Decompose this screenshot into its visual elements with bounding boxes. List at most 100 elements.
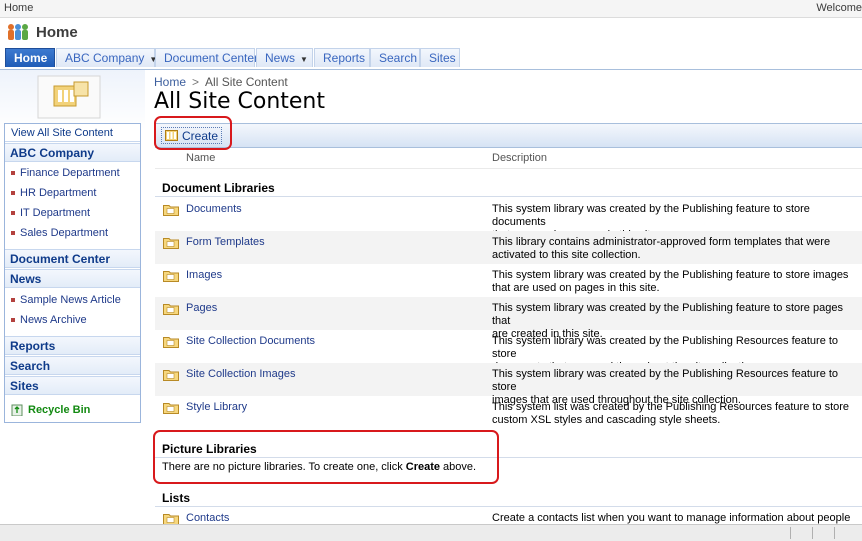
column-header-description: Description <box>492 152 548 164</box>
description-line-2: that are used on pages in this site. <box>492 282 660 294</box>
ql-item-hr[interactable]: HR Department <box>5 183 140 203</box>
ql-item-news-archive[interactable]: News Archive <box>5 310 140 330</box>
item-name-link[interactable]: Contacts <box>186 512 229 524</box>
document-library-icon <box>163 337 179 348</box>
tab-home[interactable]: Home <box>5 48 55 67</box>
ql-item-it[interactable]: IT Department <box>5 203 140 223</box>
bullet-icon <box>11 211 15 215</box>
breadcrumb-current: All Site Content <box>205 75 288 89</box>
ql-item-label: News Archive <box>20 314 87 326</box>
description-line-2: custom XSL styles and cascading style sh… <box>492 414 721 426</box>
document-library-icon <box>163 304 179 315</box>
bullet-icon <box>11 231 15 235</box>
item-description: This system library was created by the P… <box>492 269 862 295</box>
tab-label: Search <box>379 51 418 65</box>
item-name-link[interactable]: Form Templates <box>186 236 265 248</box>
tab-document-center[interactable]: Document Center <box>155 48 259 67</box>
ql-heading-abc-company[interactable]: ABC Company <box>5 143 140 162</box>
ql-item-finance[interactable]: Finance Department <box>5 163 140 183</box>
ql-item-label: IT Department <box>20 207 91 219</box>
item-description: This system list was created by the Publ… <box>492 401 862 427</box>
tab-search[interactable]: Search <box>370 48 420 67</box>
tab-label: Document Center <box>164 51 259 65</box>
table-row: Site Collection Images This system librar… <box>155 363 862 406</box>
table-row: Site Collection Documents This system lib… <box>155 330 862 373</box>
highlight-annotation-picture-libraries <box>153 430 499 484</box>
ql-heading-document-center[interactable]: Document Center <box>5 249 140 268</box>
status-cell <box>834 527 855 539</box>
ql-heading-sites[interactable]: Sites <box>5 376 140 395</box>
description-line-1: This system library was created by the P… <box>492 203 810 228</box>
ql-item-sales[interactable]: Sales Department <box>5 223 140 243</box>
ql-item-label: Sample News Article <box>20 294 121 306</box>
document-library-icon <box>163 238 179 249</box>
tab-reports[interactable]: Reports <box>314 48 370 67</box>
table-row: Form Templates This library contains admi… <box>155 231 862 264</box>
table-row: Images This system library was created by… <box>155 264 862 297</box>
ql-heading-reports[interactable]: Reports <box>5 336 140 355</box>
people-logo-icon <box>8 24 28 40</box>
description-line-1: This system library was created by the P… <box>492 335 839 360</box>
chevron-down-icon[interactable]: ▼ <box>300 55 308 64</box>
tab-label: Reports <box>323 51 366 65</box>
ql-heading-news[interactable]: News <box>5 269 140 288</box>
ql-item-sample-news[interactable]: Sample News Article <box>5 290 140 310</box>
top-bar: Home Welcome <box>0 0 862 18</box>
welcome-menu[interactable]: Welcome <box>816 2 862 14</box>
description-line-2: activated to this site collection. <box>492 249 641 261</box>
quick-launch: View All Site Content ABC Company Financ… <box>4 123 141 423</box>
description-line-1: This system list was created by the Publ… <box>492 401 850 413</box>
recycle-bin-label: Recycle Bin <box>28 404 91 416</box>
document-library-icon <box>163 271 179 282</box>
tab-label: News <box>265 51 296 65</box>
site-title-bar: Home <box>0 18 862 46</box>
status-cell <box>790 527 811 539</box>
bullet-icon <box>11 191 15 195</box>
item-name-link[interactable]: Images <box>186 269 222 281</box>
site-image-icon <box>37 75 101 119</box>
status-cell <box>812 527 833 539</box>
item-description: This library contains administrator-appr… <box>492 236 862 262</box>
breadcrumb-separator: > <box>192 75 200 89</box>
section-lists: Lists <box>162 491 191 505</box>
header-divider <box>155 168 862 169</box>
item-name-link[interactable]: Style Library <box>186 401 247 413</box>
recycle-bin-link[interactable]: Recycle Bin <box>5 399 140 421</box>
document-library-icon <box>163 205 179 216</box>
recycle-bin-icon <box>11 404 23 416</box>
bullet-icon <box>11 171 15 175</box>
ql-item-label: Sales Department <box>20 227 109 239</box>
document-library-icon <box>163 403 179 414</box>
section-document-libraries: Document Libraries <box>162 181 275 195</box>
tab-label: Home <box>14 51 48 65</box>
table-row: Style Library This system list was create… <box>155 396 862 429</box>
table-row: Pages This system library was created by … <box>155 297 862 340</box>
bullet-icon <box>11 318 15 322</box>
description-line-1: This library contains administrator-appr… <box>492 236 831 248</box>
item-name-link[interactable]: Site Collection Documents <box>186 335 315 347</box>
description-line-1: This system library was created by the P… <box>492 368 839 393</box>
highlight-annotation-create <box>154 116 232 150</box>
view-all-site-content-link[interactable]: View All Site Content <box>5 124 140 142</box>
table-row: Documents This system library was created… <box>155 198 862 241</box>
top-breadcrumb[interactable]: Home <box>4 2 33 14</box>
description-line-1: This system library was created by the P… <box>492 302 843 327</box>
status-bar <box>0 524 862 541</box>
item-name-link[interactable]: Pages <box>186 302 217 314</box>
tab-label: ABC Company <box>65 51 145 65</box>
ql-item-label: HR Department <box>20 187 97 199</box>
site-title[interactable]: Home <box>36 24 78 41</box>
tab-sites[interactable]: Sites <box>420 48 460 67</box>
tab-news[interactable]: News ▼ <box>256 48 313 67</box>
description-line-1: This system library was created by the P… <box>492 269 849 281</box>
item-name-link[interactable]: Documents <box>186 203 242 215</box>
section-divider <box>155 196 862 197</box>
ql-heading-search[interactable]: Search <box>5 356 140 375</box>
page-title: All Site Content <box>154 89 325 114</box>
ql-item-label: Finance Department <box>20 167 120 179</box>
tab-abc-company[interactable]: ABC Company ▼ <box>56 48 157 67</box>
item-name-link[interactable]: Site Collection Images <box>186 368 295 380</box>
breadcrumb-home[interactable]: Home <box>154 75 186 89</box>
top-navigation: Home ABC Company ▼ Document Center News ▼ … <box>0 46 862 70</box>
column-header-name[interactable]: Name <box>186 152 215 164</box>
